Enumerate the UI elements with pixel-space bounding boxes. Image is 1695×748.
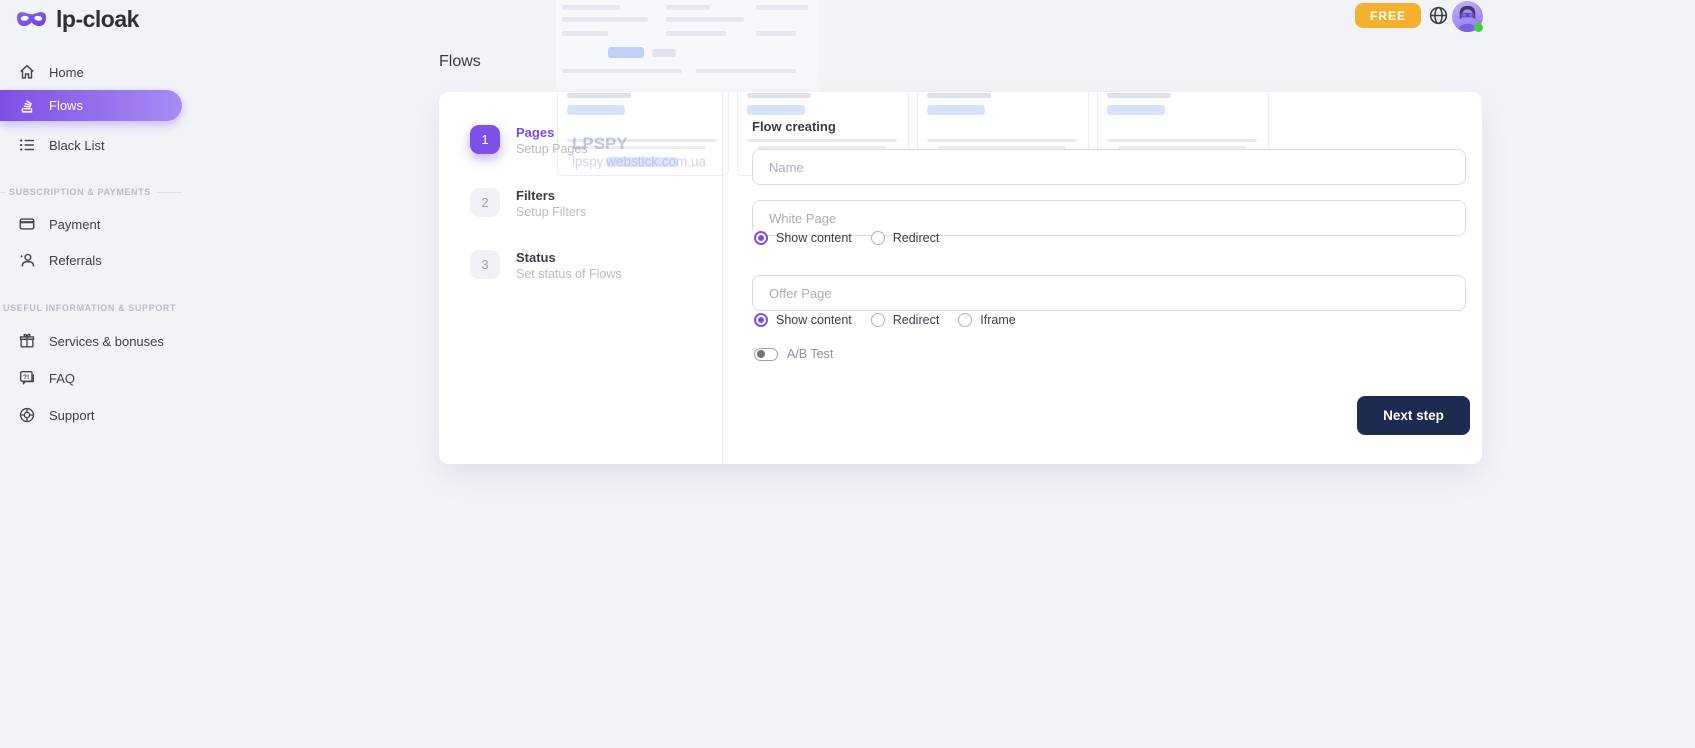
sidebar-item-label: Support: [49, 408, 95, 423]
page-title: Flows: [439, 53, 481, 71]
toggle-knob: [757, 350, 765, 358]
svg-text:?!: ?!: [23, 374, 29, 381]
name-input[interactable]: [752, 149, 1466, 185]
radio-selected-icon: [754, 313, 768, 327]
sidebar-item-label: Services & bonuses: [49, 334, 164, 349]
radio-offer-iframe[interactable]: Iframe: [958, 313, 1015, 327]
step-number: 3: [470, 250, 500, 279]
ab-test-row: A/B Test: [754, 347, 833, 361]
step-subtitle: Setup Filters: [516, 205, 586, 219]
plan-badge[interactable]: FREE: [1355, 3, 1421, 28]
home-icon: [18, 63, 36, 81]
sidebar-section-support: USEFUL INFORMATION & SUPPORT: [0, 302, 182, 314]
lifebuoy-icon: [18, 406, 36, 424]
step-title: Status: [516, 250, 622, 265]
ab-test-toggle[interactable]: [754, 348, 778, 361]
sidebar-item-label: Payment: [49, 217, 100, 232]
sidebar-item-label: Referrals: [49, 253, 102, 268]
faq-bubble-icon: ?!: [18, 369, 36, 387]
radio-white-show-content[interactable]: Show content: [754, 231, 852, 245]
sidebar-item-label: Flows: [49, 98, 83, 113]
language-globe-icon[interactable]: [1428, 5, 1449, 26]
radio-offer-show-content[interactable]: Show content: [754, 313, 852, 327]
sidebar-item-black-list[interactable]: Black List: [0, 132, 182, 158]
online-status-dot: [1474, 23, 1483, 32]
radio-unselected-icon: [871, 313, 885, 327]
credit-card-icon: [18, 215, 36, 233]
app-logo: lp-cloak: [15, 6, 139, 33]
sidebar-item-home[interactable]: Home: [0, 59, 182, 85]
gift-icon: [18, 332, 36, 350]
step-number: 1: [470, 125, 500, 154]
sidebar-item-faq[interactable]: ?! FAQ: [0, 365, 182, 391]
flow-creating-modal: LPSPY lpspy.webstick.com.ua 1 Pages Setu…: [439, 92, 1482, 464]
ghost-background-form: [556, 0, 819, 92]
list-icon: [18, 136, 36, 154]
step-subtitle: Set status of Flows: [516, 267, 622, 281]
sidebar-item-label: Home: [49, 65, 84, 80]
step-filters[interactable]: 2 Filters Setup Filters: [470, 188, 586, 219]
ghost-flow-url: lpspy.webstick.com.ua: [572, 154, 706, 169]
sidebar-section-subscription: SUBSCRIPTION & PAYMENTS: [0, 186, 182, 198]
radio-unselected-icon: [871, 231, 885, 245]
referral-user-icon: [18, 251, 36, 269]
sidebar-item-flows[interactable]: Flows: [0, 90, 182, 121]
step-title: Pages: [516, 125, 588, 140]
offer-page-input[interactable]: [752, 275, 1466, 311]
sidebar-item-referrals[interactable]: Referrals: [0, 247, 182, 273]
radio-white-redirect[interactable]: Redirect: [871, 231, 940, 245]
form-title: Flow creating: [752, 119, 836, 134]
step-title: Filters: [516, 188, 586, 203]
sidebar-item-support[interactable]: Support: [0, 402, 182, 428]
step-pages[interactable]: 1 Pages Setup Pages: [470, 125, 588, 156]
radio-unselected-icon: [958, 313, 972, 327]
stepper-divider: [722, 92, 723, 464]
sidebar-item-services-bonuses[interactable]: Services & bonuses: [0, 328, 182, 354]
step-subtitle: Setup Pages: [516, 142, 588, 156]
step-number: 2: [470, 188, 500, 217]
sidebar-item-payment[interactable]: Payment: [0, 211, 182, 237]
radio-selected-icon: [754, 231, 768, 245]
ab-test-label: A/B Test: [787, 347, 833, 361]
flows-icon: [18, 97, 36, 115]
sidebar-item-label: FAQ: [49, 371, 75, 386]
next-step-button[interactable]: Next step: [1357, 396, 1470, 435]
sidebar-item-label: Black List: [49, 138, 105, 153]
step-status[interactable]: 3 Status Set status of Flows: [470, 250, 622, 281]
offer-page-mode-options: Show content Redirect Iframe: [754, 313, 1016, 327]
brand-name: lp-cloak: [56, 6, 139, 33]
white-page-mode-options: Show content Redirect: [754, 231, 939, 245]
mask-icon: [15, 9, 48, 30]
radio-offer-redirect[interactable]: Redirect: [871, 313, 940, 327]
